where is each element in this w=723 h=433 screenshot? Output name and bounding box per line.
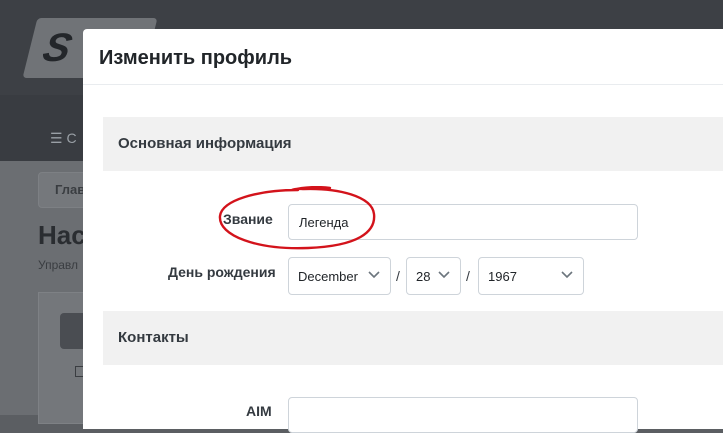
modal-title: Изменить профиль bbox=[99, 47, 293, 69]
birth-year-value: 1967 bbox=[488, 269, 517, 284]
edit-profile-modal: Изменить профиль Основная информация Зва… bbox=[83, 29, 723, 433]
section-title: Контакты bbox=[118, 329, 189, 346]
modal-header: Изменить профиль bbox=[83, 29, 723, 85]
aim-label: AIM bbox=[246, 403, 272, 419]
birth-month-value: December bbox=[298, 269, 358, 284]
birth-day-value: 28 bbox=[416, 269, 431, 284]
birth-month-select[interactable]: December bbox=[288, 257, 391, 295]
rank-input[interactable] bbox=[288, 204, 638, 240]
birth-day-select[interactable]: 28 bbox=[406, 257, 461, 295]
rank-label: Звание bbox=[223, 211, 273, 227]
section-basic-info: Основная информация bbox=[103, 117, 723, 171]
list-icon: ☰ bbox=[50, 130, 63, 146]
aim-input[interactable] bbox=[288, 397, 638, 433]
nav-item-label: С bbox=[66, 130, 77, 146]
date-separator: / bbox=[466, 268, 470, 284]
birth-year-select[interactable]: 1967 bbox=[478, 257, 584, 295]
chevron-down-icon bbox=[368, 271, 380, 279]
page-subtitle: Управл bbox=[38, 258, 79, 272]
nav-item[interactable]: ☰ С bbox=[50, 130, 84, 150]
date-separator: / bbox=[396, 268, 400, 284]
chevron-down-icon bbox=[438, 271, 450, 279]
logo-text: S bbox=[38, 26, 77, 70]
section-title: Основная информация bbox=[118, 135, 292, 152]
section-contacts: Контакты bbox=[103, 311, 723, 365]
birthday-label: День рождения bbox=[168, 264, 276, 280]
chevron-down-icon bbox=[561, 271, 573, 279]
